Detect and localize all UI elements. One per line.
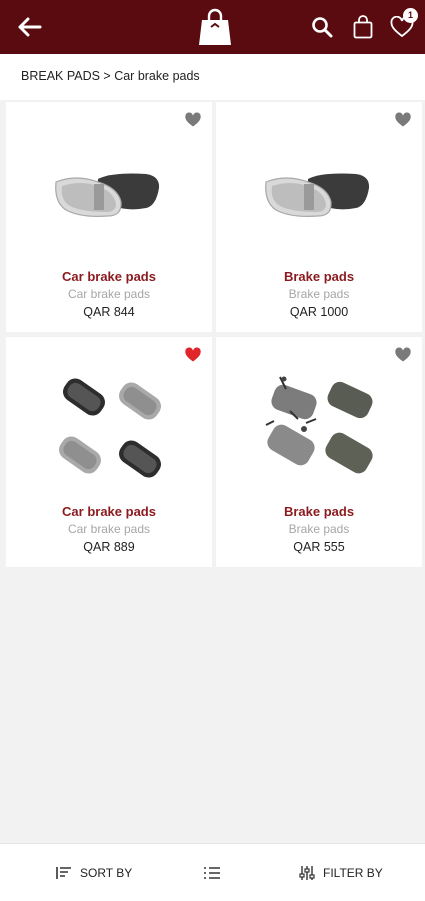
search-button[interactable]: [305, 0, 339, 54]
product-name[interactable]: Brake pads: [216, 269, 422, 284]
product-image[interactable]: [36, 124, 182, 262]
product-card[interactable]: Brake pads Brake pads QAR 555: [216, 337, 422, 567]
breadcrumb[interactable]: BREAK PADS > Car brake pads: [21, 69, 200, 83]
product-price: QAR 555: [293, 540, 345, 554]
product-name[interactable]: Brake pads: [216, 504, 422, 519]
back-button[interactable]: [10, 0, 50, 54]
shopping-bag-icon: [353, 15, 373, 39]
heart-icon[interactable]: [184, 347, 202, 363]
product-name[interactable]: Car brake pads: [6, 504, 212, 519]
product-image[interactable]: [36, 359, 182, 497]
wishlist-count-badge: 1: [403, 8, 418, 23]
sort-icon: [56, 866, 71, 879]
heart-icon[interactable]: [394, 347, 412, 363]
heart-icon[interactable]: [184, 112, 202, 128]
filter-by-button[interactable]: FILTER BY: [299, 844, 383, 901]
product-image[interactable]: [246, 124, 392, 262]
list-view-icon: [204, 866, 220, 879]
filter-by-label: FILTER BY: [323, 865, 383, 880]
top-app-bar: 1: [0, 0, 425, 54]
product-price: QAR 889: [83, 540, 135, 554]
bottom-action-bar: SORT BY FILTER BY: [0, 843, 425, 901]
product-subtitle: Brake pads: [288, 287, 350, 301]
sort-by-label: SORT BY: [80, 865, 133, 880]
shopping-bag-logo: [199, 8, 231, 45]
search-icon: [312, 17, 333, 38]
product-image[interactable]: [246, 359, 392, 497]
product-subtitle: Car brake pads: [67, 522, 151, 536]
product-subtitle: Brake pads: [288, 522, 350, 536]
product-card[interactable]: Car brake pads Car brake pads QAR 844: [6, 102, 212, 332]
product-price: QAR 1000: [289, 305, 349, 319]
product-name[interactable]: Car brake pads: [6, 269, 212, 284]
view-toggle-button[interactable]: [203, 844, 229, 901]
heart-icon[interactable]: [394, 112, 412, 128]
breadcrumb-bar: BREAK PADS > Car brake pads: [0, 54, 425, 100]
sort-by-button[interactable]: SORT BY: [56, 844, 132, 901]
arrow-left-icon: [18, 17, 42, 37]
product-card[interactable]: Car brake pads Car brake pads QAR 889: [6, 337, 212, 567]
product-price: QAR 844: [83, 305, 135, 319]
product-card[interactable]: Brake pads Brake pads QAR 1000: [216, 102, 422, 332]
filter-icon: [299, 865, 315, 880]
app-logo[interactable]: [193, 0, 237, 54]
product-subtitle: Car brake pads: [67, 287, 151, 301]
wishlist-button[interactable]: [384, 0, 420, 54]
cart-button[interactable]: [346, 0, 380, 54]
